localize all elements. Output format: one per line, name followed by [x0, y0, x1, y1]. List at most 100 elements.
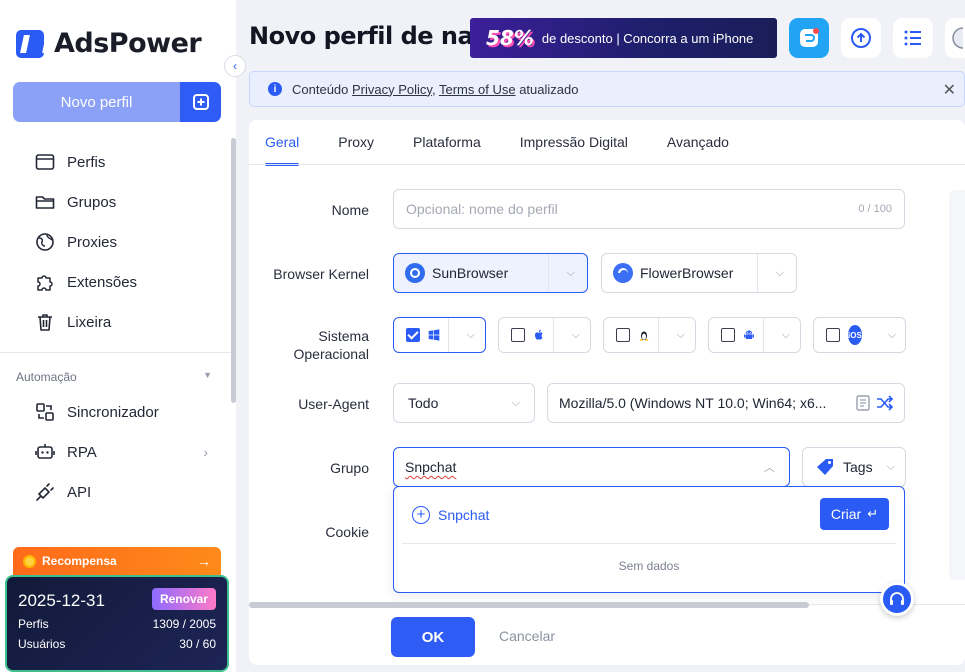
chevron-down-icon[interactable]: ⌵: [764, 267, 796, 280]
preview-panel-edge: [949, 190, 965, 580]
terms-of-use-link[interactable]: Terms of Use: [439, 82, 516, 97]
tab-avancado[interactable]: Avançado: [667, 120, 729, 164]
user-agent-value: Mozilla/5.0 (Windows NT 10.0; Win64; x6.…: [559, 395, 827, 411]
account-avatar[interactable]: [945, 18, 965, 58]
add-square-icon: [192, 94, 209, 110]
chevron-down-icon[interactable]: ⌵: [878, 329, 906, 342]
sidebar-item-perfis[interactable]: Perfis: [0, 142, 230, 182]
profile-form-card: Geral Proxy Plataforma Impressão Digital…: [249, 120, 965, 665]
app-badge-icon: [800, 28, 819, 47]
chevron-down-icon[interactable]: ⌵: [555, 267, 587, 280]
create-group-name: Snpchat: [438, 506, 490, 523]
checkbox[interactable]: [406, 328, 420, 342]
document-icon[interactable]: [856, 395, 870, 411]
sidebar-item-label: API: [67, 483, 92, 501]
os-label: Sistema Operacional: [293, 328, 370, 362]
reward-banner[interactable]: Recompensa →: [13, 547, 221, 575]
user-agent-input[interactable]: Mozilla/5.0 (Windows NT 10.0; Win64; x6.…: [547, 383, 905, 423]
os-option-macos[interactable]: ⌵: [498, 317, 591, 353]
sidebar-item-label: Grupos: [67, 193, 117, 211]
os-option-ios[interactable]: iOS ⌵: [813, 317, 906, 353]
kernel-option-flowerbrowser[interactable]: FlowerBrowser ⌵: [601, 253, 797, 293]
browser-kernel-label: Browser Kernel: [273, 266, 369, 282]
sync-cloud-button[interactable]: [841, 18, 881, 58]
chevron-down-icon: ⌵: [511, 396, 520, 409]
group-select-input[interactable]: Snpchat ︿: [393, 447, 790, 487]
name-placeholder: Opcional: nome do perfil: [406, 201, 558, 217]
privacy-policy-link[interactable]: Privacy Policy: [352, 82, 432, 97]
plan-users-value: 30 / 60: [179, 637, 216, 651]
tab-proxy[interactable]: Proxy: [338, 120, 374, 164]
ok-button[interactable]: OK: [391, 617, 475, 657]
cancel-button[interactable]: Cancelar: [499, 628, 555, 644]
tab-impressao-digital[interactable]: Impressão Digital: [520, 120, 628, 164]
chevron-right-icon: ›: [203, 444, 208, 460]
os-option-windows[interactable]: ⌵: [393, 317, 486, 353]
task-list-button[interactable]: [893, 18, 933, 58]
divider: [547, 254, 549, 292]
sidebar-item-sincronizador[interactable]: Sincronizador: [0, 392, 230, 432]
tab-plataforma[interactable]: Plataforma: [413, 120, 481, 164]
group-label: Grupo: [330, 460, 369, 476]
plug-icon: [36, 483, 54, 501]
os-option-android[interactable]: ⌵: [708, 317, 801, 353]
name-input[interactable]: Opcional: nome do perfil 0 / 100: [393, 189, 905, 229]
sidebar-item-rpa[interactable]: RPA ›: [0, 432, 230, 472]
kernel-option-label: SunBrowser: [432, 265, 509, 281]
user-agent-filter-value: Todo: [408, 395, 439, 411]
sidebar-item-lixeira[interactable]: Lixeira: [0, 302, 230, 342]
sidebar-item-proxies[interactable]: Proxies: [0, 222, 230, 262]
kernel-option-sunbrowser[interactable]: SunBrowser ⌵: [393, 253, 588, 293]
update-app-button[interactable]: [789, 18, 829, 58]
notice-prefix: Conteúdo: [292, 81, 349, 97]
name-label: Nome: [331, 202, 369, 218]
user-agent-filter-select[interactable]: Todo ⌵: [393, 383, 535, 423]
tag-icon: [817, 459, 833, 475]
checkbox[interactable]: [511, 328, 525, 342]
globe-icon: [36, 233, 54, 251]
plan-users-row: Usuários 30 / 60: [18, 637, 216, 651]
chevron-down-icon[interactable]: ⌵: [457, 329, 485, 342]
sidebar-item-extensoes[interactable]: Extensões: [0, 262, 230, 302]
sidebar-item-api[interactable]: API: [0, 472, 230, 512]
new-profile-button-group: Novo perfil: [13, 82, 221, 122]
cookie-label: Cookie: [325, 524, 369, 540]
renew-button[interactable]: Renovar: [151, 588, 216, 610]
horizontal-scrollbar[interactable]: [249, 602, 809, 608]
reward-label: Recompensa: [42, 554, 117, 568]
os-option-linux[interactable]: ⌵: [603, 317, 696, 353]
promo-percent: 58%: [486, 26, 534, 50]
chevron-down-icon[interactable]: ⌵: [667, 329, 695, 342]
chevron-down-icon: ⌵: [886, 460, 895, 473]
tab-geral[interactable]: Geral: [265, 120, 300, 166]
arrow-right-icon: →: [197, 553, 211, 569]
support-chat-button[interactable]: [880, 582, 914, 616]
windows-icon: [428, 329, 440, 341]
checkbox[interactable]: [616, 328, 630, 342]
sidebar-scrollbar[interactable]: [231, 138, 236, 403]
sidebar: AdsPower Novo perfil Perfis Grupos Proxi…: [0, 0, 236, 672]
android-icon: [743, 330, 754, 339]
brand-logo[interactable]: AdsPower: [16, 28, 202, 59]
close-icon[interactable]: ✕: [943, 80, 956, 100]
promo-banner[interactable]: 58% de desconto | Concorra a um iPhone: [470, 18, 777, 58]
checkbox[interactable]: [721, 328, 735, 342]
upload-cloud-icon: [851, 28, 871, 48]
chevron-down-icon[interactable]: ⌵: [562, 329, 590, 342]
automation-section-header[interactable]: Automação ▼: [16, 370, 212, 384]
divider: [552, 318, 554, 352]
checkbox[interactable]: [826, 328, 840, 342]
notice-suffix: atualizado: [519, 81, 579, 97]
sidebar-item-label: Extensões: [67, 273, 138, 291]
tags-select[interactable]: Tags ⌵: [802, 447, 906, 487]
divider: [762, 318, 764, 352]
adspower-logo-icon: [16, 29, 44, 58]
puzzle-icon: [37, 275, 53, 291]
collapse-sidebar-button[interactable]: ‹: [224, 55, 246, 77]
create-group-button[interactable]: Criar ↵: [820, 498, 889, 530]
chevron-down-icon[interactable]: ⌵: [772, 329, 800, 342]
sidebar-item-grupos[interactable]: Grupos: [0, 182, 230, 222]
shuffle-icon[interactable]: [876, 395, 894, 411]
new-profile-button[interactable]: Novo perfil: [13, 82, 180, 122]
quick-add-button[interactable]: [180, 82, 221, 122]
